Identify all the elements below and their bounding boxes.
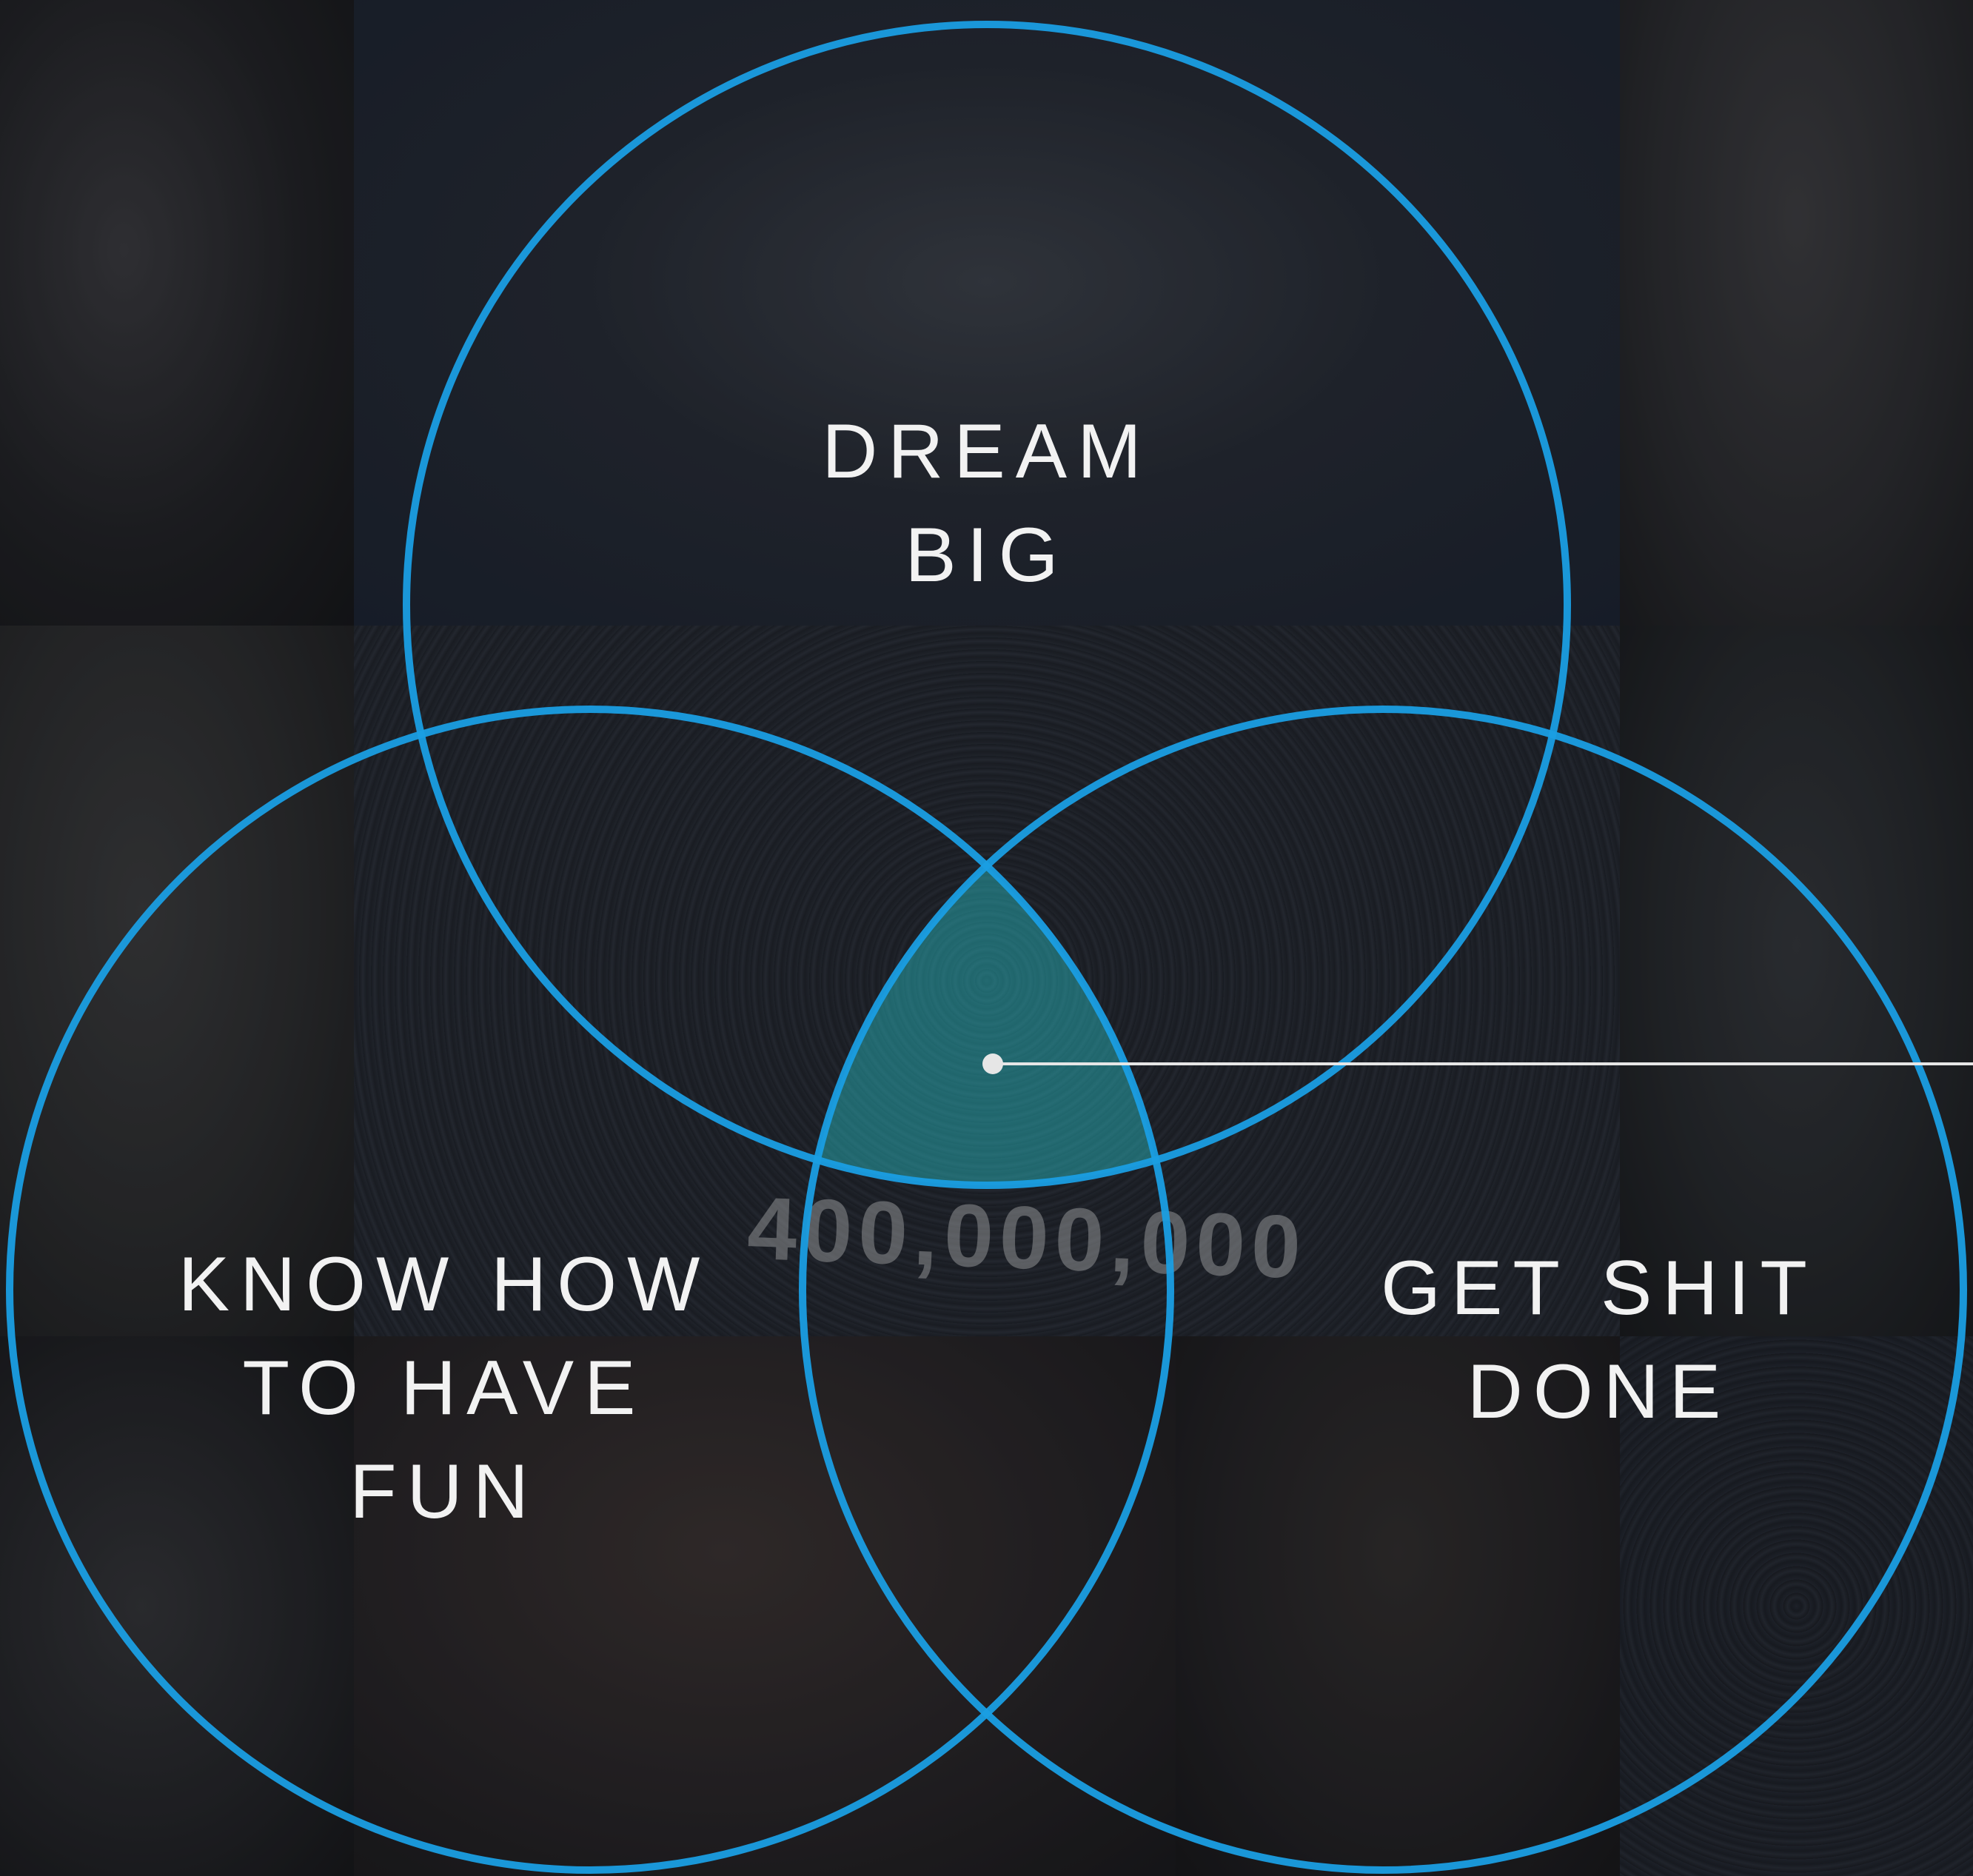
venn-slide: 400,000,000 DREAM BIG KNOW HOW TO HAVE F… <box>0 0 1973 1876</box>
label-dream-big: DREAM BIG <box>822 409 1152 598</box>
label-get-done: GET SHIT DONE <box>1381 1245 1818 1435</box>
venn-diagram: 400,000,000 <box>6 21 1973 1874</box>
banner-text: 400,000,000 <box>746 1179 1309 1297</box>
center-pointer-dot <box>982 1053 1003 1074</box>
label-have-fun: KNOW HOW TO HAVE FUN <box>178 1242 711 1535</box>
